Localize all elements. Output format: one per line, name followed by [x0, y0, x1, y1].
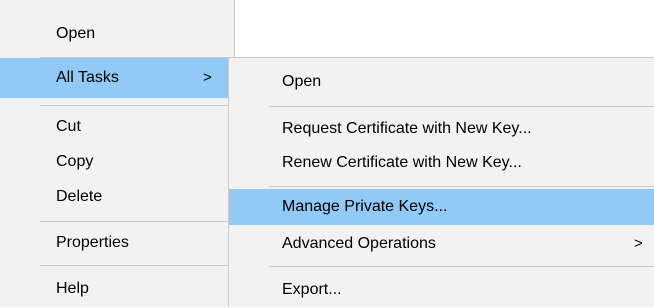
menu-item-all-tasks[interactable]: All Tasks >	[0, 58, 234, 98]
menu-item-open-label: Open	[56, 25, 96, 42]
submenu-item-renew-certificate-label: Renew Certificate with New Key...	[282, 154, 522, 171]
submenu-item-request-certificate[interactable]: Request Certificate with New Key...	[229, 111, 654, 147]
menu-separator	[269, 186, 654, 187]
menu-item-open[interactable]: Open	[0, 16, 234, 52]
menu-item-delete[interactable]: Delete	[0, 179, 234, 215]
submenu-item-manage-private-keys-label: Manage Private Keys...	[282, 198, 448, 215]
menu-separator	[40, 265, 234, 266]
menu-item-cut[interactable]: Cut	[0, 109, 234, 145]
submenu-item-export[interactable]: Export...	[229, 272, 654, 308]
menu-separator	[40, 105, 234, 106]
submenu-item-renew-certificate[interactable]: Renew Certificate with New Key...	[229, 145, 654, 181]
menu-separator	[269, 106, 654, 107]
submenu-item-export-label: Export...	[282, 281, 342, 298]
menu-item-all-tasks-label: All Tasks	[56, 69, 119, 86]
menu-separator	[269, 266, 654, 267]
chevron-right-icon: >	[203, 69, 212, 86]
menu-item-help-label: Help	[56, 280, 89, 297]
menu-item-help[interactable]: Help	[0, 271, 234, 307]
submenu-item-open[interactable]: Open	[229, 64, 654, 100]
all-tasks-submenu: Open Request Certificate with New Key...…	[228, 57, 654, 307]
menu-item-copy-label: Copy	[56, 153, 94, 170]
submenu-item-advanced-operations-label: Advanced Operations	[282, 235, 436, 252]
menu-separator	[40, 221, 234, 222]
menu-item-cut-label: Cut	[56, 118, 81, 135]
menu-item-properties-label: Properties	[56, 234, 129, 251]
chevron-right-icon: >	[634, 235, 643, 252]
menu-item-copy[interactable]: Copy	[0, 144, 234, 180]
submenu-item-manage-private-keys[interactable]: Manage Private Keys...	[229, 189, 654, 225]
submenu-item-request-certificate-label: Request Certificate with New Key...	[282, 120, 532, 137]
menu-item-delete-label: Delete	[56, 188, 103, 205]
menu-item-properties[interactable]: Properties	[0, 225, 234, 261]
context-menu: Open All Tasks > Cut Copy Delete Propert…	[0, 0, 235, 307]
submenu-item-advanced-operations[interactable]: Advanced Operations >	[229, 226, 654, 262]
submenu-item-open-label: Open	[282, 73, 322, 90]
